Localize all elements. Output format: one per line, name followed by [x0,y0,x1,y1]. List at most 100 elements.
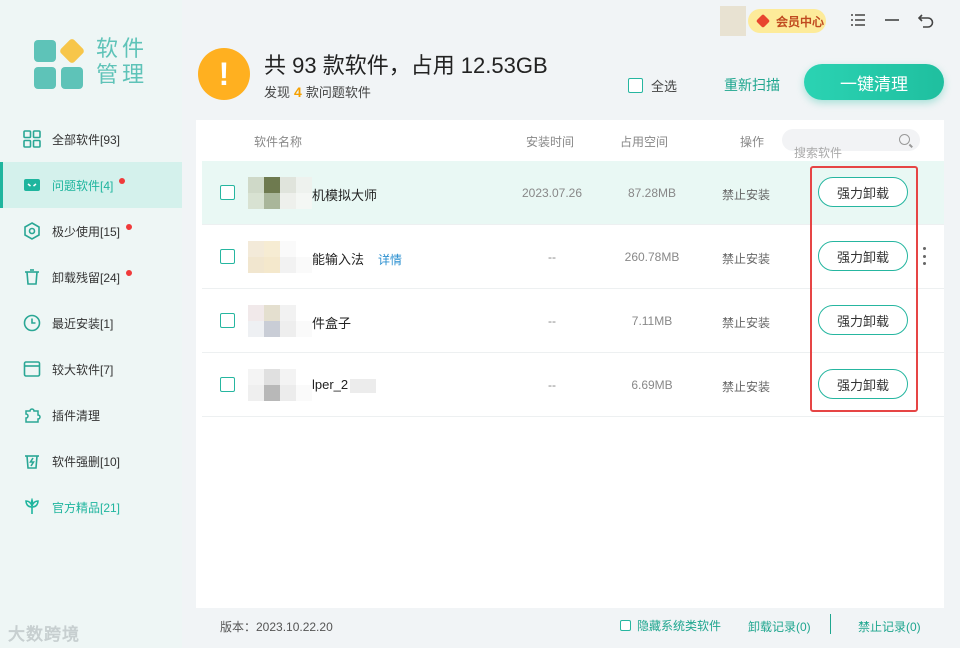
sidebar-item-large[interactable]: 较大软件[7] [0,346,182,392]
checkbox[interactable] [620,620,631,631]
back-arrow-icon[interactable] [914,8,938,32]
block-install-action[interactable]: 禁止安装 [706,250,786,267]
gem-icon [755,13,771,29]
clock-icon [22,313,42,333]
puzzle-icon [22,405,42,425]
vip-center-button[interactable]: 会员中心 [748,9,826,33]
block-install-action[interactable]: 禁止安装 [706,314,786,331]
details-link[interactable]: 详情 [378,253,402,267]
divider [830,614,831,634]
sidebar-item-official[interactable]: 官方精品[21] [0,484,182,530]
column-name: 软件名称 [254,135,303,149]
search-icon[interactable] [899,134,910,145]
more-options-icon[interactable] [920,247,928,265]
install-time: 2023.07.26 [521,186,583,200]
notification-dot [126,224,133,230]
table-row[interactable]: lper_2 -- 6.69MB 禁止安装 强力卸载 [202,353,944,417]
software-table: 软件名称 安装时间 占用空间 操作 搜索软件 机模拟大师 2023.07.26 … [196,120,944,608]
column-size: 占用空间 [620,135,669,149]
logo-grid-icon [34,37,86,90]
app-icon-blurred [248,241,312,273]
column-install-time: 安装时间 [526,135,575,149]
software-name: lper_2 [312,377,377,393]
software-name: 能输入法 详情 [312,252,403,267]
row-checkbox[interactable] [220,249,235,264]
avatar[interactable] [720,6,746,36]
sidebar-item-problem[interactable]: 问题软件[4] [0,162,182,208]
sidebar-item-all[interactable]: 全部软件[93] [0,116,182,162]
size-value: 6.69MB [631,378,673,392]
sidebar: 软件 管理 全部软件[93] 问题软件[4] 极少使用[15] 卸载残留[24]… [0,0,182,648]
problem-count: 4 [294,84,302,100]
app-title: 软件 管理 [96,36,149,87]
sidebar-item-label: 软件强删[10] [52,454,121,469]
hexagon-icon [22,221,42,241]
force-uninstall-button[interactable]: 强力卸载 [818,241,908,271]
list-icon[interactable] [846,8,870,32]
sidebar-item-recent[interactable]: 最近安装[1] [0,300,182,346]
summary-subline: 发现 4 款问题软件 [264,84,371,100]
column-operation: 操作 [740,135,765,149]
row-checkbox[interactable] [220,377,235,392]
sidebar-item-label: 卸载残留[24] [52,270,121,285]
window-icon [22,359,42,379]
force-uninstall-button[interactable]: 强力卸载 [818,369,908,399]
software-name: 机模拟大师 [312,188,378,203]
bolt-trash-icon [22,451,42,471]
uninstall-log-link[interactable]: 卸载记录(0) [748,618,811,635]
warning-icon: ! [198,48,250,100]
sidebar-nav: 全部软件[93] 问题软件[4] 极少使用[15] 卸载残留[24] 最近安装[… [0,116,182,530]
table-header: 软件名称 安装时间 占用空间 操作 搜索软件 [196,120,944,160]
one-click-clean-button[interactable]: 一键清理 [804,64,944,100]
size-value: 87.28MB [627,186,677,200]
sidebar-item-plugins[interactable]: 插件清理 [0,392,182,438]
size-value: 260.78MB [624,250,680,264]
row-checkbox[interactable] [220,185,235,200]
table-row[interactable]: 机模拟大师 2023.07.26 87.28MB 禁止安装 强力卸载 [202,161,944,225]
title-bar: 会员中心 [182,0,960,40]
block-install-action[interactable]: 禁止安装 [706,378,786,395]
sidebar-item-label: 最近安装[1] [52,316,114,331]
select-all-label: 全选 [651,79,678,94]
install-time: -- [548,250,556,264]
problem-icon [22,175,42,195]
vip-label: 会员中心 [776,14,825,29]
force-uninstall-button[interactable]: 强力卸载 [818,305,908,335]
software-name: 件盒子 [312,316,352,331]
trash-icon [22,267,42,287]
notification-dot [119,178,126,184]
sidebar-item-label: 插件清理 [52,408,101,423]
sidebar-item-label: 极少使用[15] [52,224,121,239]
rescan-link[interactable]: 重新扫描 [724,75,780,95]
sidebar-item-force-delete[interactable]: 软件强删[10] [0,438,182,484]
row-checkbox[interactable] [220,313,235,328]
sidebar-item-label: 官方精品[21] [52,500,121,515]
force-uninstall-button[interactable]: 强力卸载 [818,177,908,207]
app-icon-blurred [248,305,312,337]
sidebar-item-residue[interactable]: 卸载残留[24] [0,254,182,300]
notification-dot [126,270,133,276]
version-label: 版本：2023.10.22.20 [220,620,333,634]
flower-icon [22,497,42,517]
hide-system-software-checkbox[interactable]: 隐藏系统类软件 [620,617,721,634]
watermark: 大数跨境 [8,625,80,644]
sidebar-item-label: 问题软件[4] [52,178,114,193]
checkbox[interactable] [628,78,643,93]
ban-log-link[interactable]: 禁止记录(0) [858,618,921,635]
block-install-action[interactable]: 禁止安装 [706,186,786,203]
select-all-checkbox[interactable]: 全选 [628,76,677,95]
minimize-icon[interactable] [880,8,904,32]
sidebar-item-label: 全部软件[93] [52,132,121,147]
app-icon-blurred [248,369,312,401]
app-icon-blurred [248,177,312,209]
table-row[interactable]: 件盒子 -- 7.11MB 禁止安装 强力卸载 [202,289,944,353]
table-row[interactable]: 能输入法 详情 -- 260.78MB 禁止安装 强力卸载 [202,225,944,289]
summary-headline: 共 93 款软件，占用 12.53GB [264,53,548,78]
footer-bar: 版本：2023.10.22.20 隐藏系统类软件 卸载记录(0) 禁止记录(0) [196,608,944,648]
sidebar-item-rarely-used[interactable]: 极少使用[15] [0,208,182,254]
install-time: -- [548,314,556,328]
app-logo: 软件 管理 [34,36,184,92]
install-time: -- [548,378,556,392]
grid-icon [22,129,42,149]
search-input[interactable]: 搜索软件 [782,129,920,160]
